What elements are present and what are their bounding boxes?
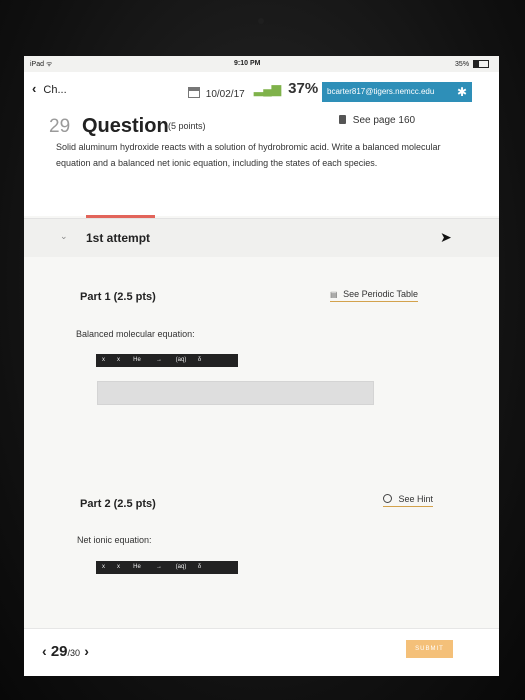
submit-button[interactable]: SUBMIT (406, 640, 453, 658)
subscript-button[interactable]: x (96, 354, 111, 367)
status-bar: iPad ᯤ 9:10 PM 35% (24, 56, 499, 72)
element-button[interactable]: He (126, 561, 148, 574)
molecular-equation-input[interactable] (97, 381, 374, 405)
see-page-link[interactable]: See page 160 (339, 115, 415, 126)
prev-question-icon[interactable]: ‹ (42, 643, 47, 659)
attempt-toggle[interactable]: ⌄ 1st attempt ➤ (24, 218, 499, 257)
total-questions: /30 (67, 648, 81, 658)
subscript-button[interactable]: x (96, 561, 111, 574)
top-nav: ‹ Ch... 10/02/17 ▂▄▆ 37% bcarter817@tige… (24, 72, 499, 107)
due-date-text: 10/02/17 (205, 89, 245, 100)
superscript-button[interactable]: x (111, 561, 126, 574)
chevron-down-icon: ⌄ (60, 231, 68, 241)
account-button[interactable]: bcarter817@tigers.nemcc.edu (322, 82, 472, 102)
calendar-icon (188, 87, 200, 98)
front-camera (258, 18, 264, 24)
delta-button[interactable]: δ (192, 354, 207, 367)
footer-bar: ‹ 29/30 › SUBMIT (24, 628, 499, 676)
due-date: 10/02/17 (188, 87, 245, 100)
back-label: Ch... (43, 84, 67, 96)
clock: 9:10 PM (234, 60, 261, 67)
element-button[interactable]: He (126, 354, 148, 367)
see-page-label: See page 160 (352, 115, 416, 126)
state-button[interactable]: (aq) (170, 354, 192, 367)
book-icon (339, 115, 346, 124)
arrow-button[interactable]: → (148, 354, 170, 367)
see-hint-link[interactable]: See Hint (383, 494, 434, 507)
arrow-button[interactable]: → (148, 561, 170, 574)
attempt-label: 1st attempt (86, 231, 151, 245)
part2-title: Part 2 (2.5 pts) (80, 498, 156, 510)
next-question-icon[interactable]: › (84, 643, 89, 659)
part1-equation-toolbar: x x He → (aq) δ (96, 354, 238, 367)
question-number: 29 (49, 116, 71, 137)
question-text: Solid aluminum hydroxide reacts with a s… (56, 142, 441, 168)
current-question: 29 (50, 643, 68, 660)
ipad-screen: iPad ᯤ 9:10 PM 35% ‹ Ch... 10/02/17 ▂▄▆ … (24, 56, 499, 676)
question-title: Question (82, 115, 169, 137)
see-hint-label: See Hint (398, 494, 434, 504)
lightbulb-icon (383, 494, 392, 503)
delta-button[interactable]: δ (192, 561, 207, 574)
periodic-table-label: See Periodic Table (343, 289, 418, 299)
pin-icon[interactable]: ➤ (440, 229, 452, 246)
gear-icon[interactable]: ✱ (454, 82, 470, 102)
battery-percent: 35% (455, 60, 470, 68)
battery-status: 35% (455, 60, 489, 68)
state-button[interactable]: (aq) (170, 561, 192, 574)
back-button[interactable]: ‹ Ch... (32, 81, 67, 96)
question-header: 29 Question (5 points) See page 160 Soli… (24, 106, 499, 216)
chevron-left-icon: ‹ (32, 81, 37, 96)
score-percent: 37% (288, 80, 319, 97)
carrier-label: iPad ᯤ (30, 61, 53, 68)
score-display: ▂▄▆ 37% (254, 80, 318, 97)
account-email: bcarter817@tigers.nemcc.edu (327, 87, 435, 96)
periodic-table-link[interactable]: ▤ See Periodic Table (330, 289, 418, 302)
question-points: (5 points) (168, 121, 206, 131)
part2-equation-toolbar: x x He → (aq) δ (96, 561, 238, 574)
superscript-button[interactable]: x (111, 354, 126, 367)
part2-label: Net ionic equation: (77, 535, 152, 545)
battery-icon (473, 60, 489, 68)
part1-label: Balanced molecular equation: (76, 329, 195, 339)
part1-title: Part 1 (2.5 pts) (80, 291, 156, 303)
question-pager: ‹ 29/30 › (42, 643, 89, 660)
score-chart-icon: ▂▄▆ (254, 82, 281, 96)
table-icon: ▤ (330, 290, 338, 299)
